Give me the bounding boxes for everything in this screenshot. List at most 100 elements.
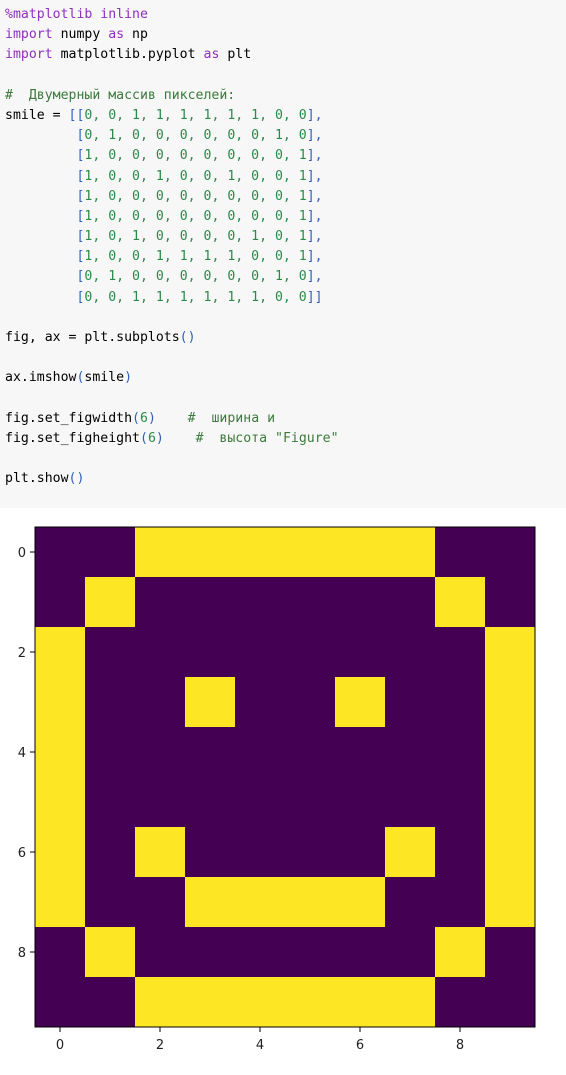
code-token: as	[203, 47, 220, 63]
pixel-cell	[385, 977, 436, 1028]
pixel-cell	[285, 727, 336, 778]
pixel-cell	[335, 877, 386, 928]
pixel-cell	[485, 927, 536, 978]
code-token: 1, 0, 0, 0, 0, 0, 0, 0, 0, 1	[84, 188, 307, 204]
code-editor[interactable]: %matplotlib inline import numpy as np impo…	[5, 5, 339, 490]
code-line: [0, 1, 0, 0, 0, 0, 0, 0, 1, 0],	[5, 267, 339, 287]
pixel-cell	[435, 977, 486, 1028]
pixel-cell	[35, 577, 86, 628]
code-token: import	[5, 27, 53, 43]
code-token: 1, 0, 0, 1, 0, 0, 1, 0, 0, 1	[84, 168, 307, 184]
pixel-cell	[385, 777, 436, 828]
pixel-cell	[135, 527, 186, 578]
pixel-cell	[235, 677, 286, 728]
pixel-cell	[485, 777, 536, 828]
pixel-cell	[435, 627, 486, 678]
code-token: ],	[306, 168, 323, 184]
pixel-cell	[135, 927, 186, 978]
pixel-cell	[335, 927, 386, 978]
code-token: smile =	[5, 107, 69, 123]
pixel-cell	[235, 927, 286, 978]
code-token: 0, 1, 0, 0, 0, 0, 0, 0, 1, 0	[84, 269, 307, 285]
pixel-cell	[85, 627, 136, 678]
pixel-cell	[235, 577, 286, 628]
pixel-cell	[185, 627, 236, 678]
pixel-cell	[335, 977, 386, 1028]
pixel-cell	[435, 727, 486, 778]
pixel-cell	[285, 927, 336, 978]
code-line: # Двумерный массив пикселей:	[5, 86, 339, 106]
code-token: ()	[179, 330, 196, 345]
code-token: ],	[306, 188, 323, 204]
code-token: plt.show	[5, 471, 69, 487]
pixel-cell	[85, 977, 136, 1028]
code-token: as	[108, 27, 125, 43]
code-token: 1, 0, 0, 0, 0, 0, 0, 0, 0, 1	[84, 148, 307, 164]
image-cells	[35, 527, 536, 1028]
pixel-cell	[485, 527, 536, 578]
code-line: [1, 0, 0, 0, 0, 0, 0, 0, 0, 1],	[5, 187, 339, 207]
pixel-cell	[435, 777, 486, 828]
pixel-cell	[285, 627, 336, 678]
pixel-cell	[135, 627, 186, 678]
pixel-cell	[85, 577, 136, 628]
y-tick-label: 4	[18, 746, 26, 761]
pixel-cell	[285, 677, 336, 728]
code-token: # ширина и	[187, 410, 276, 426]
pixel-cell	[185, 577, 236, 628]
pixel-cell	[385, 677, 436, 728]
code-token: 0, 0, 1, 1, 1, 1, 1, 1, 0, 0	[84, 107, 307, 123]
pixel-cell	[185, 527, 236, 578]
code-token: ]]	[306, 289, 323, 305]
code-line: fig, ax = plt.subplots()	[5, 328, 339, 348]
pixel-cell	[35, 977, 86, 1028]
code-line: [1, 0, 0, 0, 0, 0, 0, 0, 0, 1],	[5, 207, 339, 227]
code-cell[interactable]: %matplotlib inline import numpy as np impo…	[0, 0, 566, 508]
pixel-cell	[35, 527, 86, 578]
pixel-cell	[85, 777, 136, 828]
pixel-cell	[435, 527, 486, 578]
code-line: import numpy as np	[5, 25, 339, 45]
code-token: [[	[68, 107, 85, 123]
pixel-cell	[485, 877, 536, 928]
pixel-cell	[35, 727, 86, 778]
pixel-cell	[35, 827, 86, 878]
code-line: smile = [[0, 0, 1, 1, 1, 1, 1, 1, 0, 0],	[5, 106, 339, 126]
pixel-cell	[135, 777, 186, 828]
code-line: import matplotlib.pyplot as plt	[5, 45, 339, 65]
code-token: )	[147, 410, 156, 426]
y-tick-label: 8	[18, 946, 26, 961]
pixel-cell	[285, 577, 336, 628]
cell-output: 0 2 4 6 8 0 2 4 6 8	[0, 508, 566, 1071]
pixel-cell	[135, 877, 186, 928]
pixel-cell	[185, 827, 236, 878]
code-token: # Двумерный массив пикселей:	[5, 87, 236, 103]
pixel-cell	[385, 927, 436, 978]
code-line: plt.show()	[5, 469, 339, 489]
code-line: [0, 1, 0, 0, 0, 0, 0, 0, 1, 0],	[5, 126, 339, 146]
pixel-cell	[485, 827, 536, 878]
code-token: # высота	[195, 430, 276, 446]
pixel-cell	[235, 527, 286, 578]
pixel-cell	[135, 977, 186, 1028]
pixel-cell	[85, 877, 136, 928]
code-token: fig.set_figwidth	[5, 410, 133, 426]
pixel-cell	[385, 527, 436, 578]
pixel-cell	[235, 877, 286, 928]
pixel-cell	[185, 877, 236, 928]
pixel-cell	[435, 927, 486, 978]
x-axis: 0 2 4 6 8	[56, 1027, 464, 1053]
code-token: %matplotlib inline	[5, 7, 148, 22]
x-tick-label: 2	[156, 1038, 164, 1053]
pixel-cell	[185, 927, 236, 978]
pixel-cell	[135, 577, 186, 628]
pixel-cell	[285, 977, 336, 1028]
